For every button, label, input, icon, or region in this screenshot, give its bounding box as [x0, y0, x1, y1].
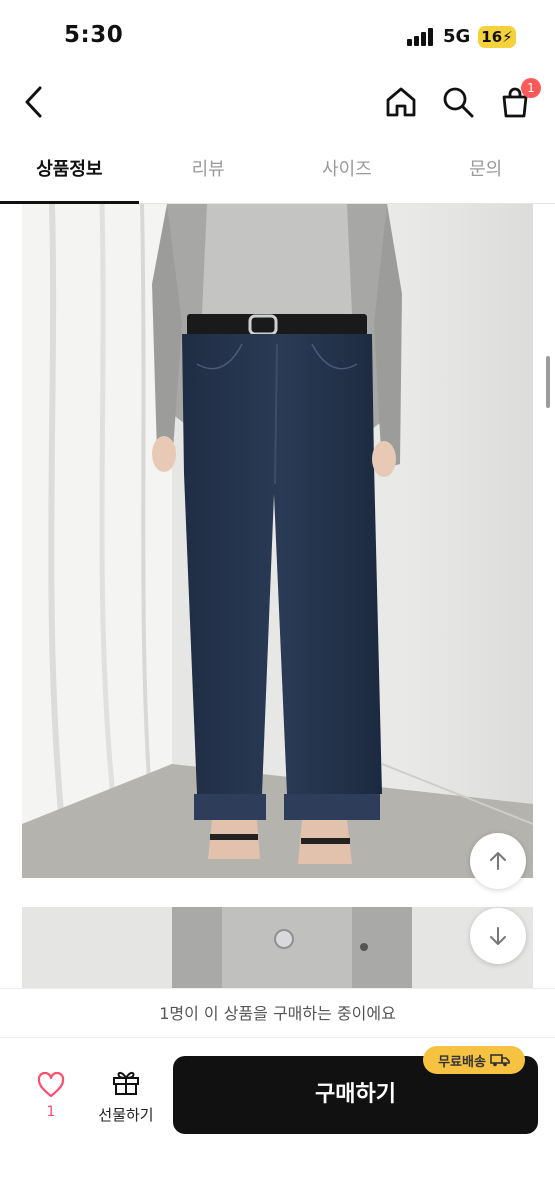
jeans-photo	[22, 204, 533, 878]
arrow-down-icon	[490, 927, 506, 945]
top-navigation: 1	[0, 70, 555, 134]
chevron-left-icon	[25, 86, 42, 118]
tab-reviews[interactable]: 리뷰	[139, 140, 278, 203]
gift-icon	[113, 1071, 139, 1095]
arrow-up-icon	[490, 852, 506, 870]
search-icon	[443, 87, 474, 118]
free-shipping-label: 무료배송	[438, 1054, 486, 1070]
battery-level: 16	[481, 28, 503, 46]
status-bar: 5:30 5G 16⚡	[0, 0, 555, 70]
free-shipping-badge: 무료배송	[423, 1046, 525, 1074]
like-count: 1	[46, 1104, 56, 1120]
cardigan-photo	[22, 907, 533, 989]
home-icon	[386, 87, 416, 117]
search-button[interactable]	[438, 82, 478, 122]
scroll-bottom-button[interactable]	[470, 908, 526, 964]
scroll-indicator[interactable]	[546, 356, 550, 408]
tab-product-info[interactable]: 상품정보	[0, 140, 139, 204]
tab-inquiry[interactable]: 문의	[416, 140, 555, 203]
like-button[interactable]: 1	[22, 1071, 80, 1120]
gift-label: 선물하기	[98, 1106, 154, 1124]
cart-button[interactable]: 1	[495, 78, 541, 122]
battery-indicator: 16⚡	[478, 26, 516, 48]
status-time: 5:30	[64, 22, 124, 48]
back-button[interactable]	[14, 82, 54, 122]
cart-count-badge: 1	[521, 78, 541, 98]
heart-icon	[37, 1071, 65, 1098]
tab-size[interactable]: 사이즈	[278, 140, 417, 203]
network-label: 5G	[443, 26, 471, 47]
home-button[interactable]	[381, 82, 421, 122]
product-image	[22, 204, 533, 878]
signal-icon	[407, 28, 435, 46]
gift-button[interactable]: 선물하기	[90, 1068, 162, 1125]
truck-icon	[490, 1054, 510, 1067]
product-image-secondary	[22, 907, 533, 989]
product-tabs: 상품정보 리뷰 사이즈 문의	[0, 140, 555, 204]
purchase-activity-notice: 1명이 이 상품을 구매하는 중이에요	[0, 988, 555, 1038]
scroll-top-button[interactable]	[470, 833, 526, 889]
